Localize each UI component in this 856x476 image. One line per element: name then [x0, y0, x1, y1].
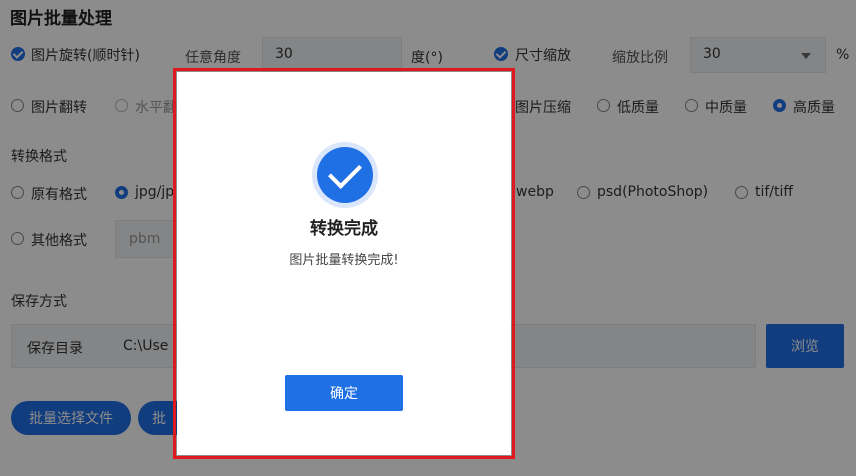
- highlight-frame: [173, 68, 515, 459]
